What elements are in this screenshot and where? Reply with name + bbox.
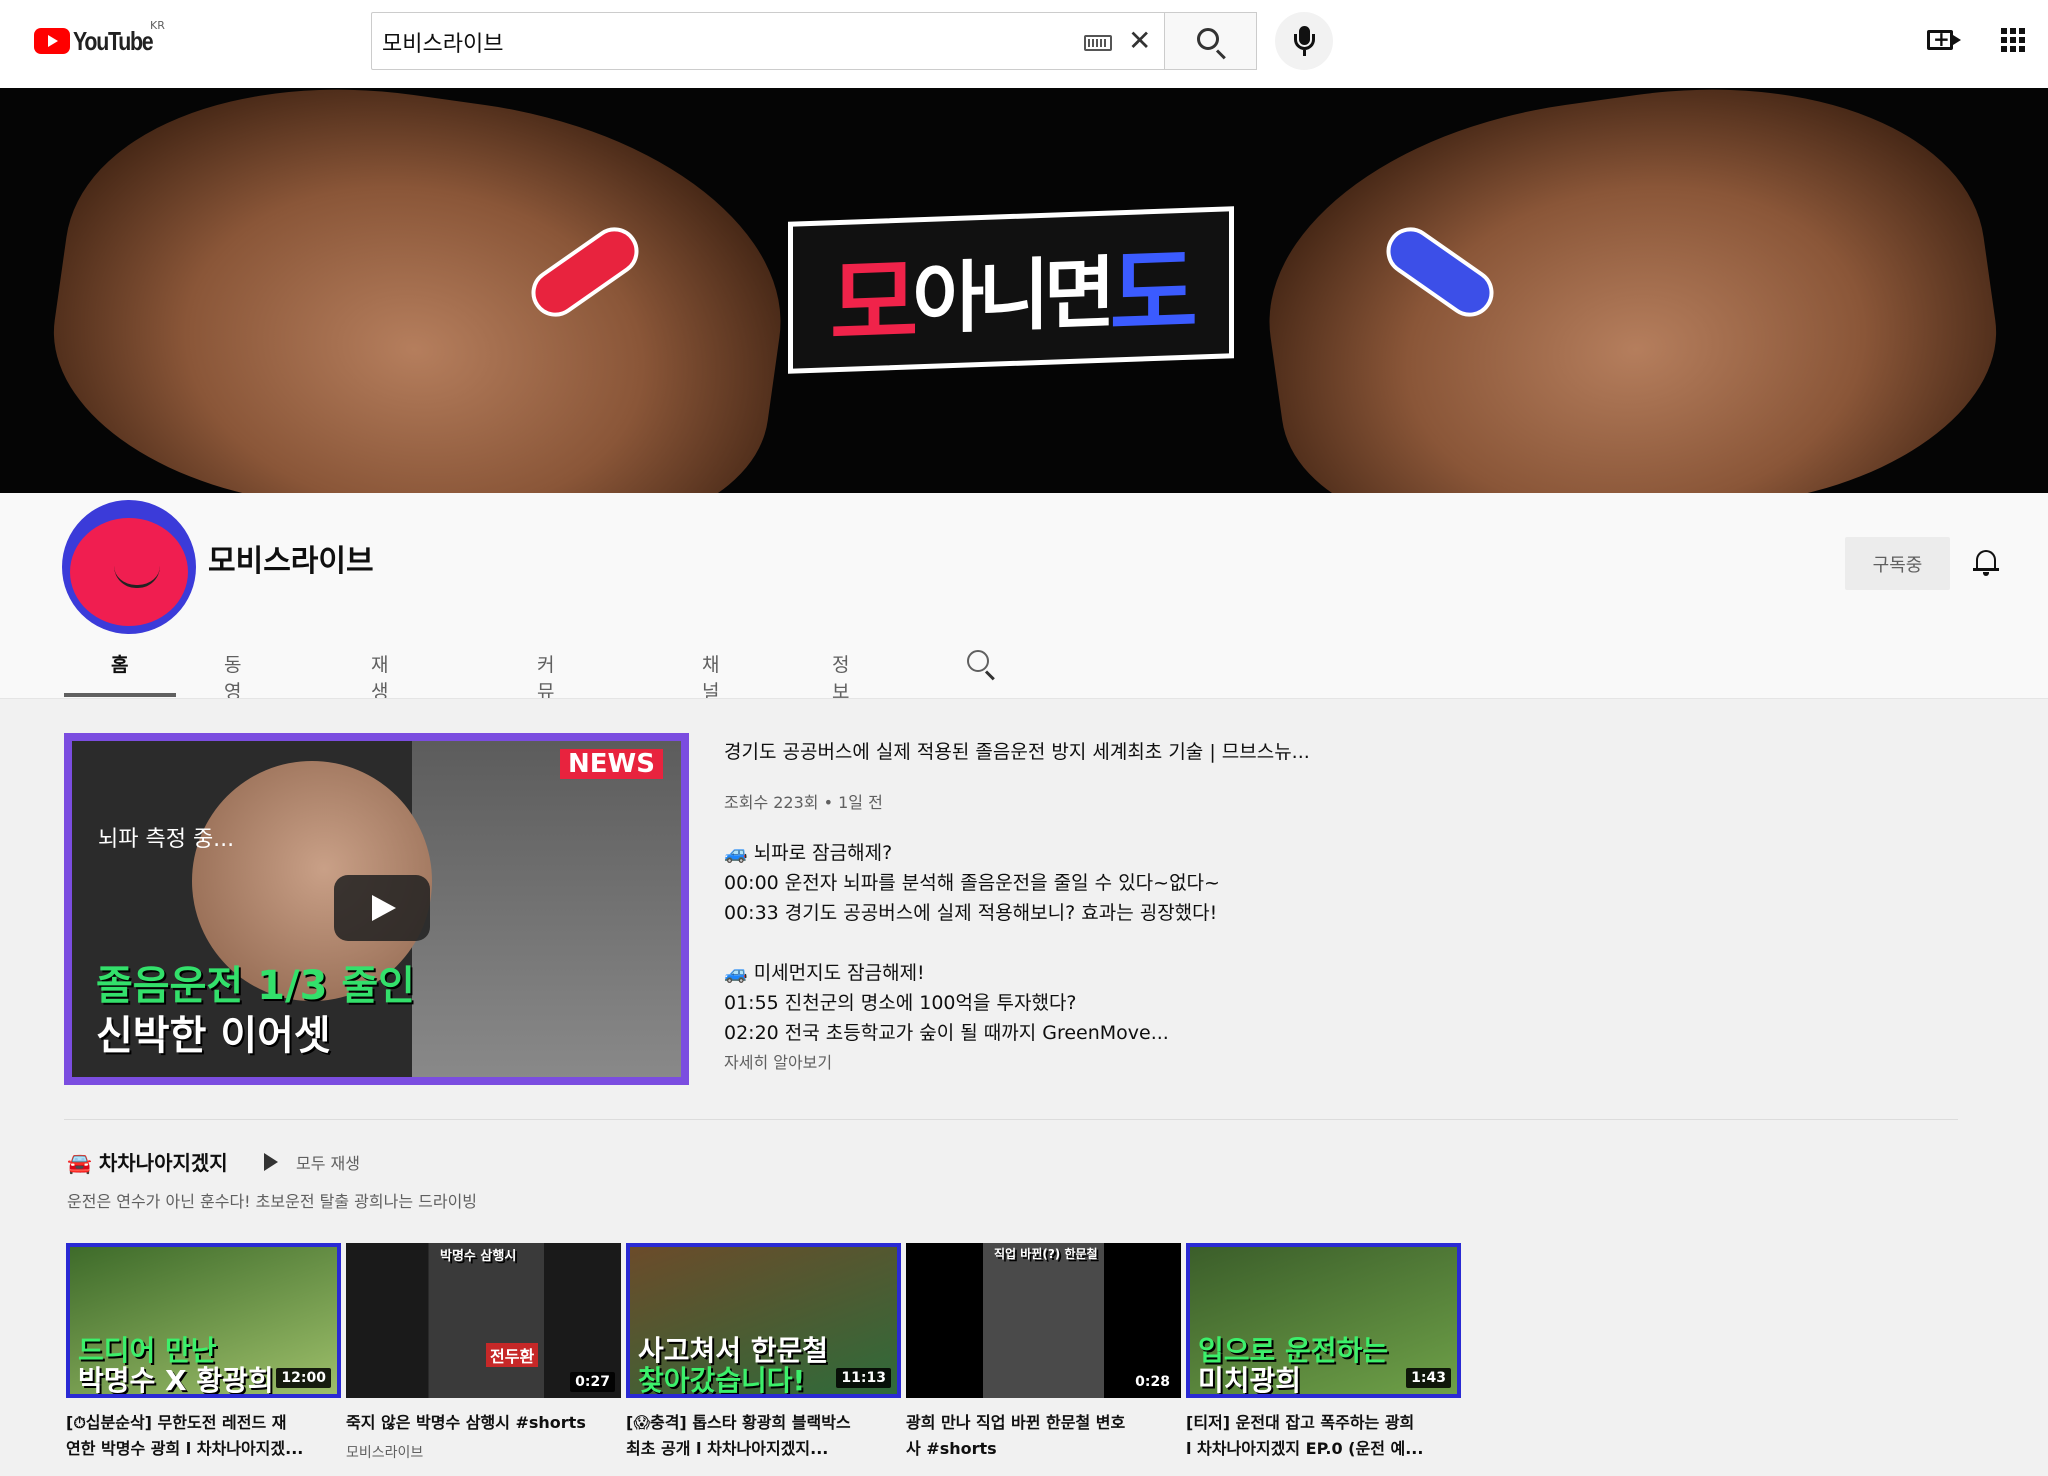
play-icon[interactable] [334, 875, 430, 941]
video-title[interactable]: [⏱십분순삭] 무한도전 레전드 재 연한 박명수 광희 l 차차나아지겠... [66, 1410, 336, 1462]
video-thumbnail[interactable]: 입으로 운전하는 미치광희 1:43 [1186, 1243, 1461, 1398]
youtube-play-icon [34, 28, 70, 54]
channel-avatar[interactable] [62, 500, 196, 634]
video-channel-name[interactable]: 모비스라이브 [346, 1442, 621, 1462]
video-thumbnail[interactable]: 드디어 만난 박명수 X 황광희 12:00 [66, 1243, 341, 1398]
featured-video-thumbnail[interactable]: NEWS 뇌파 측정 중... 졸음운전 1/3 줄인 신박한 이어셋 [64, 733, 689, 1085]
video-title[interactable]: [😱충격] 톱스타 황광희 블랙박스 최초 공개 l 차차나아지겠지... [626, 1410, 896, 1462]
search-icon [1197, 28, 1219, 50]
video-title[interactable]: 광희 만나 직업 바뀐 한문철 변호 사 #shorts [906, 1410, 1176, 1462]
notification-bell-icon[interactable] [1973, 548, 1999, 576]
channel-name: 모비스라이브 [208, 544, 374, 579]
read-more-link[interactable]: 자세히 알아보기 [724, 1049, 832, 1073]
video-thumbnail[interactable]: 박명수 삼행시 전두환 0:27 [346, 1243, 621, 1398]
left-hand-image [34, 88, 806, 493]
top-bar: YouTube KR 모비스라이브 ✕ [0, 0, 2048, 88]
video-thumbnail[interactable]: 사고쳐서 한문철 찾아갔습니다! 11:13 [626, 1243, 901, 1398]
tab-about[interactable]: 정보 [832, 650, 849, 704]
video-card[interactable]: 입으로 운전하는 미치광희 1:43 [티저] 운전대 잡고 폭주하는 광희 l… [1186, 1243, 1461, 1462]
clear-search-icon[interactable]: ✕ [1128, 27, 1151, 55]
playlist-title[interactable]: 🚘 차차나아지겠지 [67, 1147, 228, 1176]
subscribed-button[interactable]: 구독중 [1845, 537, 1950, 590]
keyboard-icon[interactable] [1084, 35, 1112, 51]
news-badge: NEWS [560, 749, 663, 779]
search-input[interactable]: 모비스라이브 ✕ [371, 12, 1165, 70]
playlist-description: 운전은 연수가 아닌 훈수다! 초보운전 탈출 광희나는 드라이빙 [67, 1192, 478, 1211]
country-code: KR [150, 19, 165, 32]
apps-grid-icon[interactable] [2001, 28, 2025, 52]
featured-video-title[interactable]: 경기도 공공버스에 실제 적용된 졸음운전 방지 세계최초 기술 | 므브스뉴.… [724, 737, 1310, 764]
thumb-caption-white: 신박한 이어셋 [96, 1013, 331, 1059]
search-query: 모비스라이브 [382, 32, 504, 57]
video-duration: 0:28 [1130, 1372, 1175, 1392]
video-duration: 0:27 [570, 1372, 615, 1392]
tab-channels[interactable]: 채널 [702, 650, 719, 704]
video-card[interactable]: 직업 바뀐(?) 한문철 0:28 광희 만나 직업 바뀐 한문철 변호 사 #… [906, 1243, 1181, 1462]
featured-video-description: 🚙 뇌파로 잠금해제? 00:00 운전자 뇌파를 분석해 졸음운전을 줄일 수… [724, 842, 1220, 1044]
video-duration: 12:00 [276, 1368, 331, 1388]
youtube-logo[interactable]: YouTube KR [34, 19, 170, 56]
search-button[interactable] [1165, 12, 1257, 70]
right-hand-image [1244, 88, 2016, 493]
voice-search-button[interactable] [1275, 12, 1333, 70]
smile-icon [114, 566, 160, 588]
play-all-button[interactable]: 모두 재생 [264, 1150, 360, 1174]
video-title[interactable]: 죽지 않은 박명수 삼행시 #shorts [346, 1410, 616, 1436]
video-duration: 11:13 [836, 1368, 891, 1388]
video-card[interactable]: 드디어 만난 박명수 X 황광희 12:00 [⏱십분순삭] 무한도전 레전드 … [66, 1243, 341, 1462]
active-tab-indicator [64, 693, 176, 697]
channel-search-icon[interactable] [967, 650, 989, 672]
play-all-icon [264, 1153, 278, 1171]
thumb-caption-top: 뇌파 측정 중... [98, 827, 235, 852]
banner-logo: 모 아니면 도 [788, 206, 1234, 374]
create-video-icon[interactable] [1927, 27, 1961, 51]
video-card[interactable]: 박명수 삼행시 전두환 0:27 죽지 않은 박명수 삼행시 #shorts 모… [346, 1243, 621, 1462]
video-thumbnail[interactable]: 직업 바뀐(?) 한문철 0:28 [906, 1243, 1181, 1398]
channel-banner: 모 아니면 도 [0, 88, 2048, 493]
featured-video-meta: 조회수 223회 • 1일 전 [724, 793, 883, 812]
video-duration: 1:43 [1406, 1368, 1451, 1388]
logo-wordmark: YouTube [73, 25, 154, 56]
video-card[interactable]: 사고쳐서 한문철 찾아갔습니다! 11:13 [😱충격] 톱스타 황광희 블랙박… [626, 1243, 901, 1462]
video-title[interactable]: [티저] 운전대 잡고 폭주하는 광희 l 차차나아지겠지 EP.0 (운전 예… [1186, 1410, 1456, 1462]
tab-home[interactable]: 홈 [111, 650, 128, 677]
